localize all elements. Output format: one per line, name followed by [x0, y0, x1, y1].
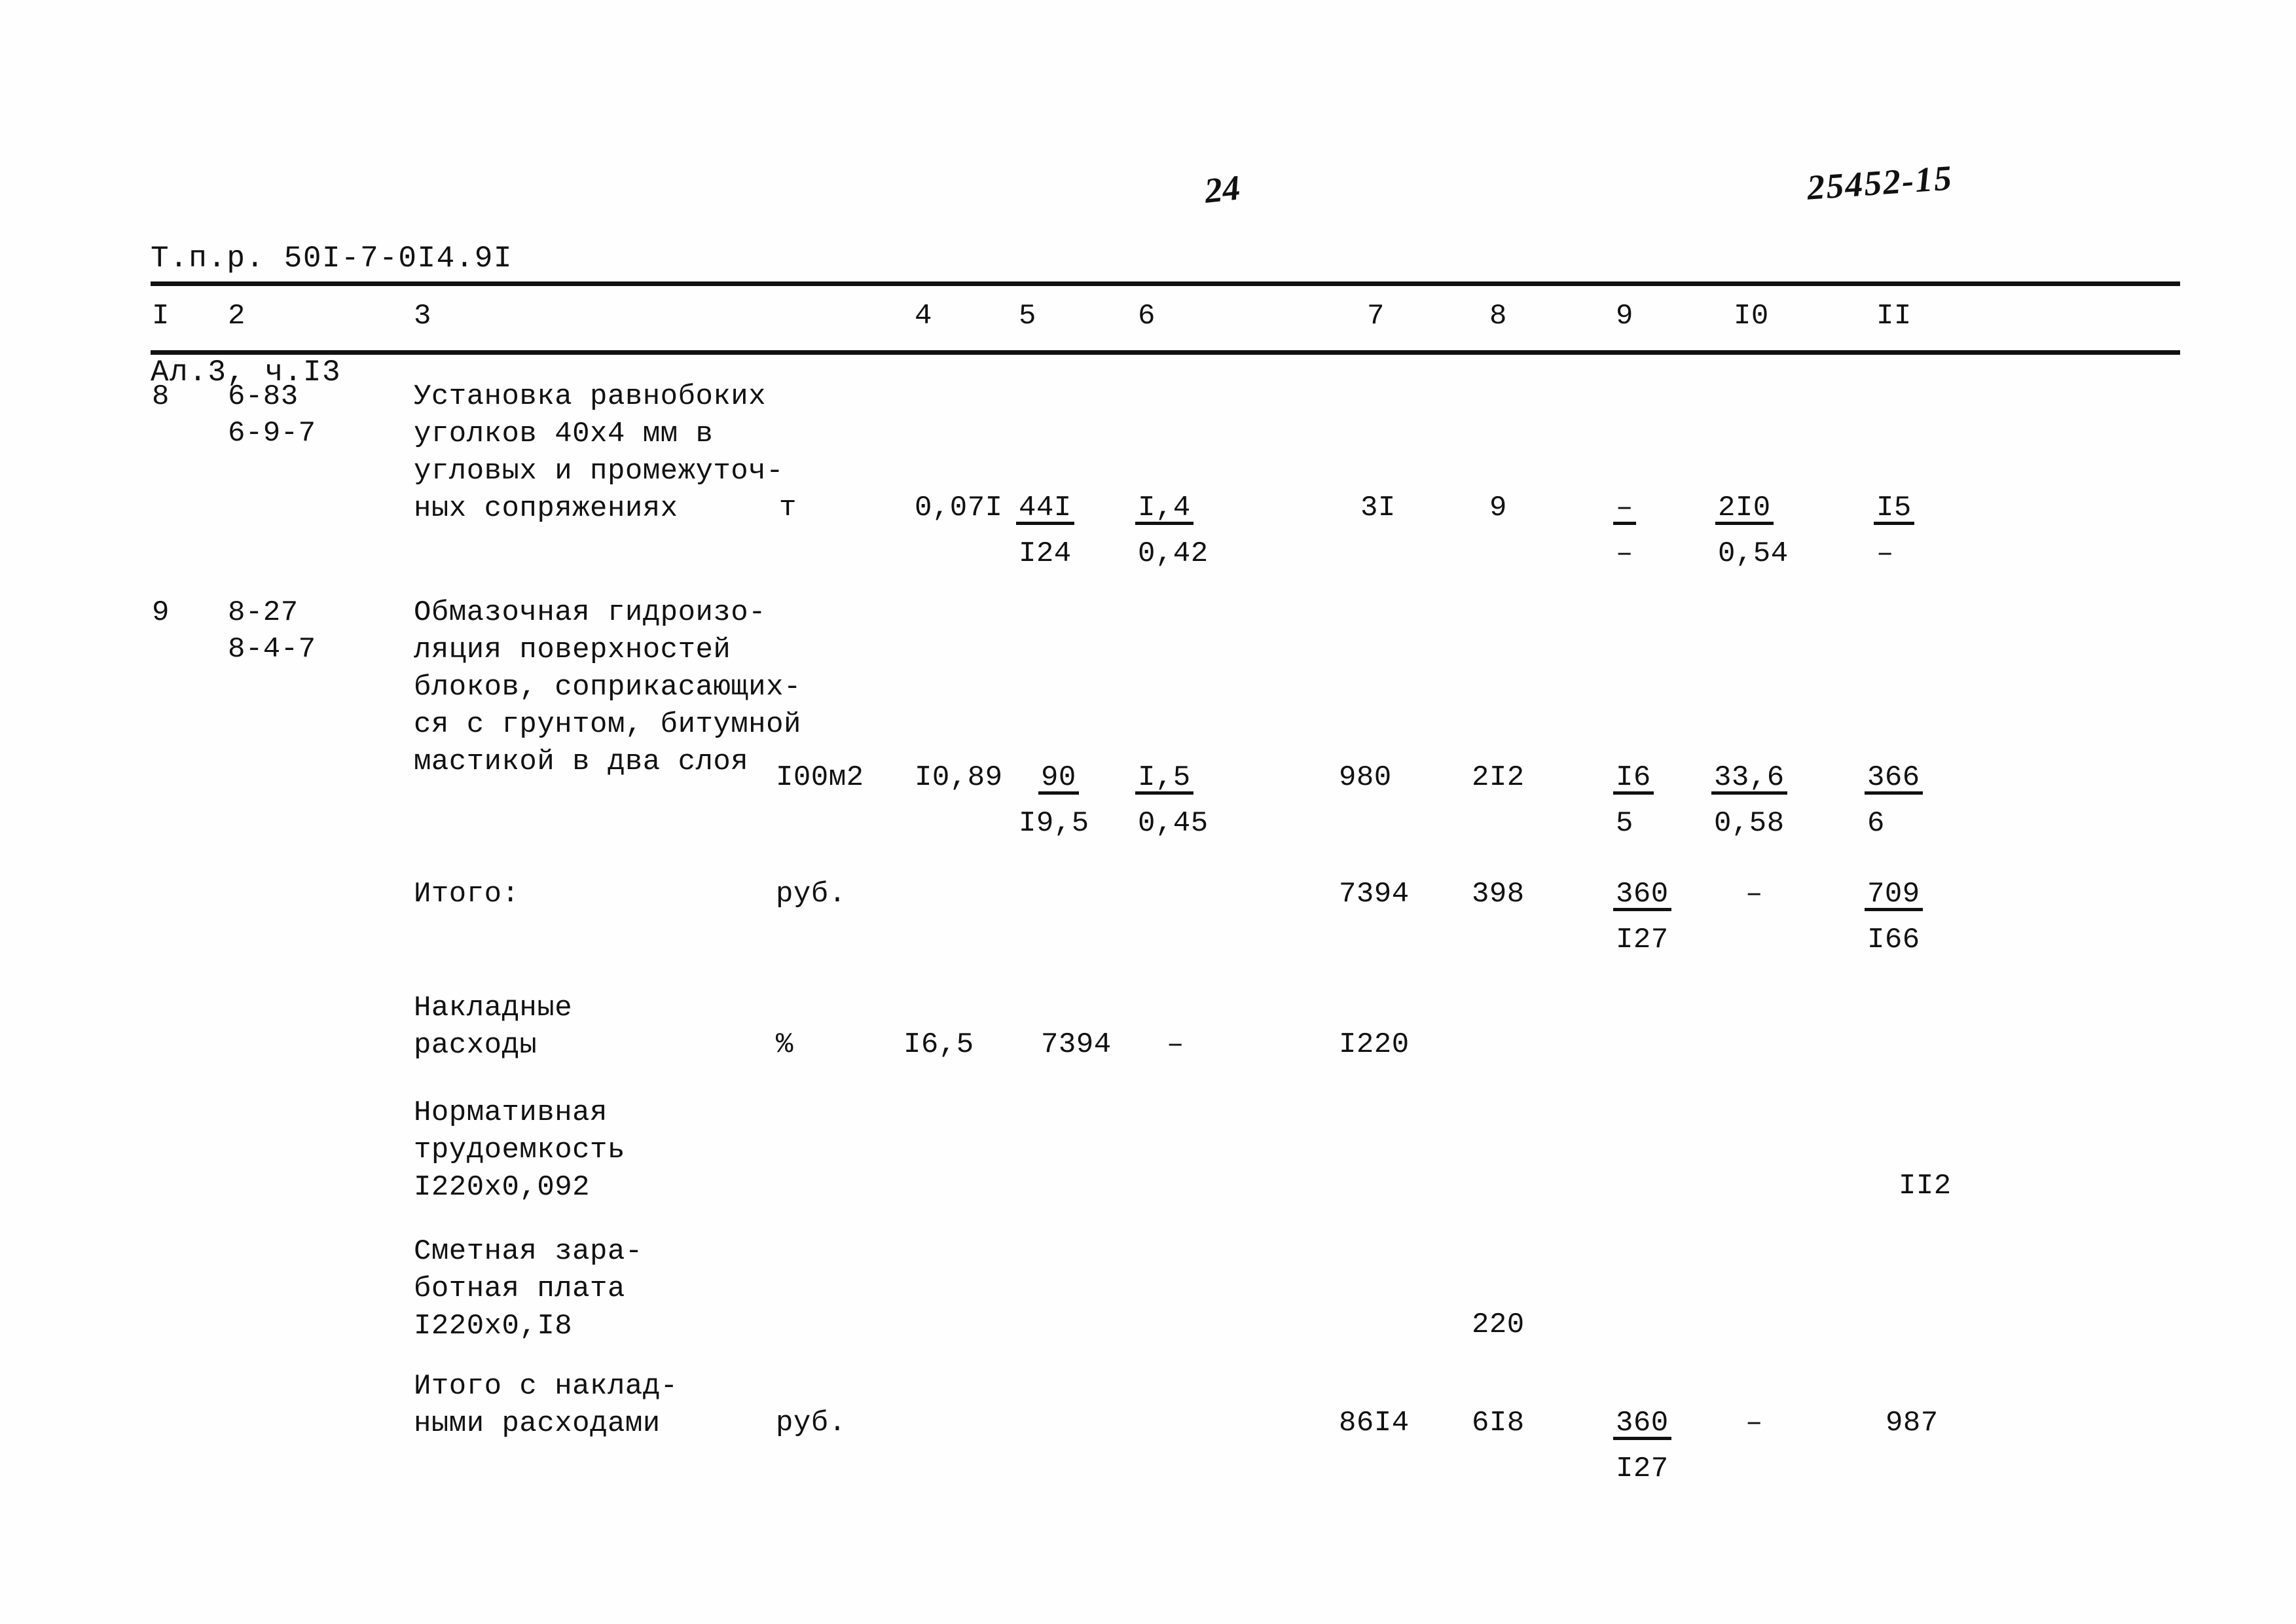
- summary-col9-bottom-value: I27: [1616, 1453, 1669, 1485]
- row-col4-value: I0,89: [915, 761, 1003, 794]
- summary-col4-value: I6,5: [903, 1028, 974, 1061]
- row-col9-top-value: I6: [1613, 759, 1654, 796]
- row-unit: I00м2: [776, 761, 864, 794]
- row-col11-bottom-value: –: [1876, 537, 1894, 570]
- summary-col8-value: 6I8: [1472, 1407, 1525, 1439]
- row-col11-top-value: I5: [1874, 490, 1914, 526]
- page-number: 24: [1203, 168, 1242, 211]
- column-header-5: 5: [1019, 300, 1036, 333]
- table-header-bottom-rule: [151, 350, 2180, 355]
- row-col10-top-value: 2I0: [1715, 490, 1774, 526]
- row-col8-value: 2I2: [1472, 761, 1525, 794]
- summary-col11-value: II2: [1899, 1170, 1952, 1202]
- row-col5-bottom-value: I24: [1019, 537, 1072, 570]
- row-col9-bottom-value: –: [1616, 537, 1633, 570]
- row-col11-top-value: 366: [1865, 759, 1923, 796]
- row-col6-top-value: I,5: [1135, 759, 1194, 796]
- column-header-6: 6: [1138, 300, 1156, 333]
- summary-col5-value: 7394: [1041, 1028, 1112, 1061]
- row-col6-bottom-value: 0,45: [1138, 807, 1209, 840]
- summary-col7-value: 7394: [1339, 878, 1410, 911]
- row-col9-bottom-value: 5: [1616, 807, 1633, 840]
- archive-number: 25452-15: [1806, 158, 1954, 208]
- row-code-line-1: 8-27: [228, 596, 299, 629]
- column-header-10: I0: [1734, 300, 1769, 333]
- column-header-7: 7: [1367, 300, 1385, 333]
- column-header-11: II: [1876, 300, 1912, 333]
- row-col7-value: 980: [1339, 761, 1392, 794]
- summary-col10-value: –: [1745, 1407, 1763, 1439]
- row-col11-bottom-value: 6: [1867, 807, 1885, 840]
- row-description: Установка равнобоких уголков 40х4 мм в у…: [414, 380, 784, 525]
- row-col5-top-value: 90: [1038, 759, 1079, 796]
- summary-unit: руб.: [776, 878, 847, 911]
- row-col8-value: 9: [1489, 492, 1507, 524]
- table-top-rule: [151, 281, 2180, 286]
- summary-label-labor-norm: Нормативная трудоемкость I220х0,092: [414, 1096, 625, 1204]
- column-header-4: 4: [915, 300, 932, 333]
- row-col10-bottom-value: 0,58: [1714, 807, 1785, 840]
- row-col7-value: 3I: [1360, 492, 1396, 524]
- column-header-1: I: [152, 300, 170, 333]
- summary-unit: %: [776, 1028, 793, 1061]
- row-col10-bottom-value: 0,54: [1718, 537, 1789, 570]
- summary-col7-value: I220: [1339, 1028, 1410, 1061]
- summary-col6-value: –: [1167, 1028, 1184, 1061]
- row-code-line-2: 8-4-7: [228, 633, 316, 666]
- document-code-line-1: Т.п.р. 50I-7-0I4.9I: [151, 242, 513, 276]
- table-row: 9: [152, 596, 170, 629]
- summary-col8-value: 220: [1472, 1308, 1525, 1341]
- summary-col9-bottom-value: I27: [1616, 924, 1669, 956]
- summary-unit: руб.: [776, 1407, 847, 1439]
- summary-col11-value: 987: [1886, 1407, 1939, 1439]
- row-col4-value: 0,07I: [915, 492, 1003, 524]
- row-col10-top-value: 33,6: [1711, 759, 1787, 796]
- row-code-line-1: 6-83: [228, 380, 299, 413]
- row-col9-top-value: –: [1613, 490, 1636, 526]
- row-col5-top-value: 44I: [1016, 490, 1074, 526]
- summary-col11-bottom-value: I66: [1867, 924, 1920, 956]
- table-row: 8: [152, 380, 170, 413]
- summary-col9-top-value: 360: [1613, 876, 1671, 912]
- column-header-8: 8: [1489, 300, 1507, 333]
- column-header-3: 3: [414, 300, 431, 333]
- column-header-2: 2: [228, 300, 246, 333]
- row-unit: т: [779, 492, 797, 524]
- summary-label-wages: Сметная зара- ботная плата I220х0,I8: [414, 1235, 643, 1343]
- summary-col8-value: 398: [1472, 878, 1525, 911]
- summary-col11-top-value: 709: [1865, 876, 1923, 912]
- row-col6-top-value: I,4: [1135, 490, 1194, 526]
- row-col5-bottom-value: I9,5: [1019, 807, 1089, 840]
- row-col6-bottom-value: 0,42: [1138, 537, 1209, 570]
- summary-label-total: Итого:: [414, 878, 520, 911]
- row-code-line-2: 6-9-7: [228, 417, 316, 450]
- summary-label-total-with-overhead: Итого с наклад- ными расходами: [414, 1370, 678, 1440]
- summary-col9-top-value: 360: [1613, 1405, 1671, 1441]
- summary-label-overhead: Накладные расходы: [414, 992, 573, 1062]
- document-page: Т.п.р. 50I-7-0I4.9I Ал.3, ч.I3 24 25452-…: [0, 0, 2296, 1624]
- summary-col7-value: 86I4: [1339, 1407, 1410, 1439]
- row-description: Обмазочная гидроизо- ляция поверхностей …: [414, 596, 801, 778]
- column-header-9: 9: [1616, 300, 1633, 333]
- summary-col10-value: –: [1745, 878, 1763, 911]
